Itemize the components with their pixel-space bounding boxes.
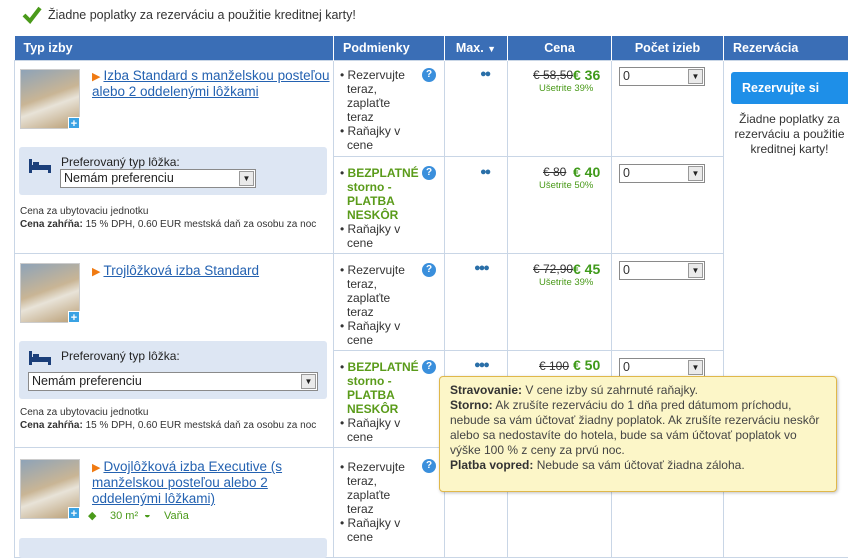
header-max[interactable]: Max. ▼ [445, 36, 508, 60]
room-title-3[interactable]: ▶Dvojlôžková izba Executive (s manželsko… [92, 459, 322, 507]
reserve-now-button[interactable]: Rezervujte si teraz [731, 72, 848, 104]
saving-badge: Ušetrite 39% [539, 277, 593, 288]
chevron-down-icon[interactable]: ▼ [688, 360, 703, 375]
arrow-right-icon: ▶ [92, 462, 100, 474]
enlarge-icon[interactable]: + [68, 117, 80, 129]
bed-select-2[interactable]: Nemám preferenciu▼ [28, 372, 318, 391]
three-persons-icon: ●●● [474, 262, 488, 274]
arrow-right-icon: ▶ [92, 71, 100, 83]
banner-text: Žiadne poplatky za rezerváciu a použitie… [48, 8, 356, 22]
old-price: € 58,50 [533, 68, 573, 82]
header-room-type: Typ izby [15, 36, 334, 60]
room-qty-select[interactable]: 0▼ [619, 164, 705, 183]
arrow-right-icon: ▶ [92, 266, 100, 278]
bed-preference-box-1: Preferovaný typ lôžka: Nemám preferenciu… [19, 147, 327, 195]
sort-down-icon: ▼ [487, 44, 496, 54]
info-icon[interactable]: ? [422, 166, 436, 180]
info-icon[interactable]: ? [422, 360, 436, 374]
price-info-1: Cena za ubytovaciu jednotku Cena zahŕňa:… [20, 205, 325, 231]
bed-label: Preferovaný typ lôžka: [61, 155, 180, 169]
room-photo-3[interactable]: + [20, 459, 80, 519]
no-fees-banner: Žiadne poplatky za rezerváciu a použitie… [22, 4, 356, 26]
room-link-2[interactable]: Trojlôžková izba Standard [103, 263, 259, 278]
old-price: € 100 [539, 359, 569, 373]
room-qty-select[interactable]: 0▼ [619, 67, 705, 86]
price-info-2: Cena za ubytovaciu jednotku Cena zahŕňa:… [20, 406, 325, 432]
three-persons-icon: ●●● [474, 359, 488, 371]
new-price: € 50 [573, 357, 600, 373]
new-price: € 36 [573, 67, 600, 83]
room-features-3: ◆ 30 m² ◒ Vaňa [88, 509, 198, 525]
room-qty-select[interactable]: 0▼ [619, 358, 705, 377]
room-title-1[interactable]: ▶Izba Standard s manželskou posteľou ale… [92, 68, 332, 100]
header-reservation: Rezervácia [724, 36, 848, 60]
room-link-1[interactable]: Izba Standard s manželskou posteľou aleb… [92, 68, 330, 99]
bath-text: Vaňa [164, 510, 189, 522]
info-icon[interactable]: ? [422, 263, 436, 277]
bed-preference-box-3 [19, 538, 327, 558]
conditions-1a: • Rezervujteteraz,zaplaťteteraz• Raňajky… [340, 68, 405, 152]
room-photo-2[interactable]: + [20, 263, 80, 323]
chevron-down-icon[interactable]: ▼ [301, 374, 316, 389]
conditions-2b: • BEZPLATNÉstorno -PLATBANESKÔR• Raňajky… [340, 360, 419, 444]
bed-icon [29, 349, 51, 365]
old-price: € 80 [543, 165, 566, 179]
chevron-down-icon[interactable]: ▼ [688, 69, 703, 84]
room-title-2[interactable]: ▶Trojlôžková izba Standard [92, 263, 332, 279]
area-text: 30 m² [110, 510, 138, 522]
saving-badge: Ušetrite 39% [539, 83, 593, 94]
bed-label: Preferovaný typ lôžka: [61, 349, 180, 363]
chevron-down-icon[interactable]: ▼ [239, 171, 254, 186]
two-persons-icon: ●● [480, 166, 489, 178]
room-link-3[interactable]: Dvojlôžková izba Executive (s manželskou… [92, 459, 282, 506]
new-price: € 40 [573, 164, 600, 180]
room-photo-1[interactable]: + [20, 69, 80, 129]
bed-icon [29, 157, 51, 173]
new-price: € 45 [573, 261, 600, 277]
conditions-3a: • Rezervujteteraz,zaplaťteteraz• Raňajky… [340, 460, 405, 544]
enlarge-icon[interactable]: + [68, 507, 80, 519]
header-conditions: Podmienky [334, 36, 445, 60]
chevron-down-icon[interactable]: ▼ [688, 166, 703, 181]
conditions-1b: • BEZPLATNÉstorno -PLATBANESKÔR• Raňajky… [340, 166, 419, 250]
two-persons-icon: ●● [480, 68, 489, 80]
conditions-tooltip: Stravovanie: V cene izby sú zahrnuté raň… [439, 376, 837, 492]
area-icon: ◆ [88, 509, 96, 522]
enlarge-icon[interactable]: + [68, 311, 80, 323]
chevron-down-icon[interactable]: ▼ [688, 263, 703, 278]
info-icon[interactable]: ? [422, 68, 436, 82]
header-rooms-count: Počet izieb [612, 36, 724, 60]
header-price: Cena [508, 36, 612, 60]
bathtub-icon: ◒ [144, 509, 151, 521]
conditions-2a: • Rezervujteteraz,zaplaťteteraz• Raňajky… [340, 263, 405, 347]
bed-preference-box-2: Preferovaný typ lôžka: Nemám preferenciu… [19, 341, 327, 399]
checkmark-icon [22, 5, 42, 25]
room-qty-select[interactable]: 0▼ [619, 261, 705, 280]
info-icon[interactable]: ? [422, 459, 436, 473]
old-price: € 72,90 [533, 262, 573, 276]
reservation-note: Žiadne poplatky za rezerváciu a použitie… [731, 112, 848, 157]
bed-select-1[interactable]: Nemám preferenciu▼ [60, 169, 256, 188]
saving-badge: Ušetrite 50% [539, 180, 593, 191]
